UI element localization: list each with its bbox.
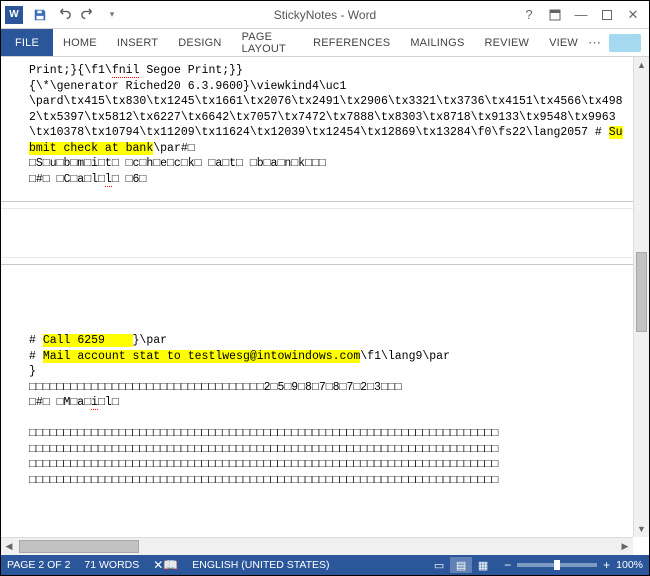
redo-icon[interactable] [77, 4, 99, 26]
text-run: Segoe Print;}} [139, 64, 243, 77]
scroll-thumb[interactable] [636, 252, 647, 332]
text-run: Print;}{\f1\ [29, 64, 112, 77]
share-icon[interactable]: ⋯ [588, 35, 601, 51]
highlighted-text: Call 6259 [43, 334, 133, 347]
scroll-down-arrow-icon[interactable]: ▼ [634, 521, 649, 537]
spelling-error: l [105, 173, 112, 187]
zoom-in-button[interactable]: + [601, 558, 612, 572]
boxed-row: □□□□□□□□□□□□□□□□□□□□□□□□□□□□□□□□□□□□□□□□… [29, 427, 498, 440]
tab-mailings[interactable]: MAILINGS [400, 29, 474, 56]
boxed-text: □#□ □C□a□l□ [29, 173, 105, 186]
boxed-row: □□□□□□□□□□□□□□□□□□□□□□□□□□□□□□□□□□□□□□□□… [29, 458, 498, 471]
zoom-out-button[interactable]: − [502, 558, 513, 572]
tab-page-layout[interactable]: PAGE LAYOUT [232, 29, 304, 56]
document-page-1[interactable]: Print;}{\f1\fnil Segoe Print;}} {\*\gene… [1, 57, 649, 193]
text-run: {\*\generator Riched20 6.3.9600}\viewkin… [29, 80, 346, 93]
tab-design[interactable]: DESIGN [168, 29, 231, 56]
quick-access-toolbar: W ▾ [5, 4, 123, 26]
scroll-track[interactable] [634, 73, 649, 521]
text-run: # [29, 334, 43, 347]
text-run: } [29, 365, 36, 378]
document-area: Print;}{\f1\fnil Segoe Print;}} {\*\gene… [1, 57, 649, 555]
tab-insert[interactable]: INSERT [107, 29, 168, 56]
page-indicator[interactable]: PAGE 2 OF 2 [7, 559, 70, 571]
undo-icon[interactable] [53, 4, 75, 26]
scroll-left-arrow-icon[interactable]: ◀ [1, 538, 17, 555]
word-app-icon[interactable]: W [5, 6, 23, 24]
scroll-up-arrow-icon[interactable]: ▲ [634, 57, 649, 73]
ribbon-display-options-icon[interactable] [543, 4, 567, 26]
status-bar: PAGE 2 OF 2 71 WORDS ✕📖 ENGLISH (UNITED … [1, 555, 649, 575]
print-layout-icon[interactable]: ▤ [450, 557, 472, 573]
vertical-scrollbar[interactable]: ▲ ▼ [633, 57, 649, 537]
boxed-text: □□□□□□□□□□□□□□□□□□□□□□□□□□□□□□□□□□2□5□9□… [29, 381, 402, 394]
boxed-row: □□□□□□□□□□□□□□□□□□□□□□□□□□□□□□□□□□□□□□□□… [29, 443, 498, 456]
text-run: \pard\tx415\tx830\tx1245\tx1661\tx2076\t… [29, 95, 623, 139]
zoom-handle[interactable] [554, 560, 560, 570]
qat-customize-icon[interactable]: ▾ [101, 4, 123, 26]
boxed-text: □ □6□ [112, 173, 147, 186]
text-run: \f1\lang9\par [360, 350, 450, 363]
minimize-icon[interactable]: — [569, 4, 593, 26]
page-break-gap [1, 201, 649, 265]
tab-review[interactable]: REVIEW [474, 29, 539, 56]
highlighted-text: Mail account stat to testlwesg@intowindo… [43, 350, 360, 363]
spelling-error: i [91, 396, 98, 410]
boxed-row: □□□□□□□□□□□□□□□□□□□□□□□□□□□□□□□□□□□□□□□□… [29, 474, 498, 487]
tab-file[interactable]: FILE [1, 29, 53, 56]
scroll-thumb-h[interactable] [19, 540, 139, 553]
web-layout-icon[interactable]: ▦ [472, 557, 494, 573]
document-page-2[interactable]: # Call 6259 }\par # Mail account stat to… [1, 273, 649, 494]
boxed-text: □l□ [98, 396, 119, 409]
scroll-right-arrow-icon[interactable]: ▶ [617, 538, 633, 555]
boxed-text: □S□u□b□m□i□t□ □c□h□e□c□k□ □a□t□ □b□a□n□k… [29, 157, 326, 170]
tab-view[interactable]: VIEW [539, 29, 588, 56]
language-indicator[interactable]: ENGLISH (UNITED STATES) [192, 559, 329, 571]
word-count[interactable]: 71 WORDS [84, 559, 139, 571]
maximize-icon[interactable] [595, 4, 619, 26]
help-icon[interactable]: ? [517, 4, 541, 26]
text-run: \par# [153, 142, 188, 155]
read-mode-icon[interactable]: ▭ [428, 557, 450, 573]
save-icon[interactable] [29, 4, 51, 26]
spelling-error: fnil [112, 64, 140, 78]
title-bar: W ▾ StickyNotes - Word ? — ✕ [1, 1, 649, 29]
user-avatar[interactable] [609, 34, 641, 52]
tab-references[interactable]: REFERENCES [303, 29, 400, 56]
ribbon-tabs: FILE HOME INSERT DESIGN PAGE LAYOUT REFE… [1, 29, 649, 57]
zoom-control: − + 100% [502, 558, 643, 572]
zoom-percent[interactable]: 100% [616, 559, 643, 571]
text-run: }\par [133, 334, 168, 347]
zoom-slider[interactable] [517, 563, 597, 567]
horizontal-scrollbar[interactable]: ◀ ▶ [1, 537, 633, 555]
close-icon[interactable]: ✕ [621, 4, 645, 26]
window-controls: ? — ✕ [517, 4, 645, 26]
tab-home[interactable]: HOME [53, 29, 107, 56]
boxed-text: □#□ □M□a□ [29, 396, 91, 409]
proofing-icon[interactable]: ✕📖 [153, 558, 178, 572]
view-mode-group: ▭ ▤ ▦ [428, 557, 494, 573]
text-run: # [29, 350, 43, 363]
